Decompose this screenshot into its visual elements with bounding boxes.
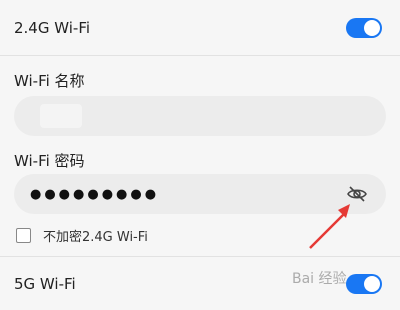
watermark: Bai 经验 (292, 271, 347, 287)
eye-off-icon[interactable] (346, 185, 368, 203)
wifi-24g-toggle[interactable] (346, 17, 382, 38)
toggle-knob (364, 275, 380, 292)
wifi-5g-toggle[interactable] (346, 273, 382, 294)
no-password-24g-checkbox[interactable] (16, 228, 31, 243)
ssid-label: Wi-Fi 名称 (14, 72, 85, 90)
password-input[interactable]: ●●●●●●●●● (14, 174, 386, 214)
no-password-24g-label: 不加密2.4G Wi-Fi (43, 230, 148, 245)
wifi-24g-label: 2.4G Wi-Fi (14, 18, 91, 37)
wifi-5g-label: 5G Wi-Fi (14, 274, 76, 293)
ssid-value-obscured (40, 104, 82, 128)
ssid-input[interactable] (14, 96, 386, 136)
password-label: Wi-Fi 密码 (14, 152, 85, 170)
password-value: ●●●●●●●●● (30, 186, 160, 202)
wifi-24g-row: 2.4G Wi-Fi (0, 0, 400, 56)
no-password-24g-row[interactable]: 不加密2.4G Wi-Fi (16, 226, 148, 245)
toggle-knob (364, 19, 380, 36)
